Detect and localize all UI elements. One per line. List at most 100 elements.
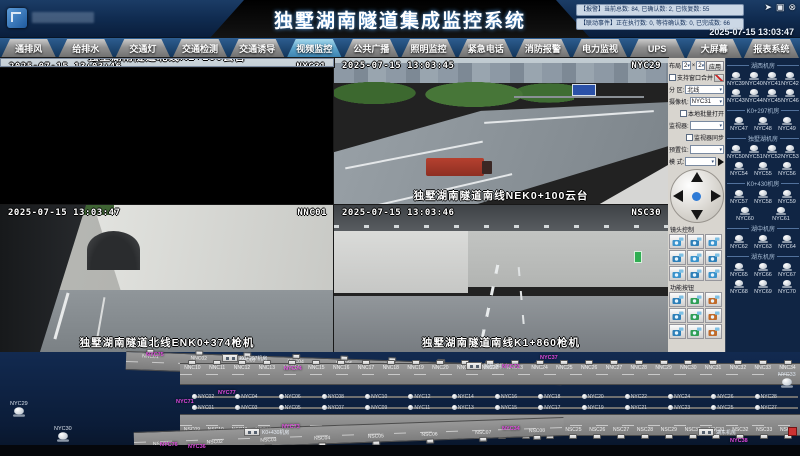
tree-camera-NYC63[interactable]: NYC63 xyxy=(752,235,775,250)
schematic-highlight-NYC77[interactable]: NYC77 xyxy=(218,390,236,396)
tree-camera-NYC67[interactable]: NYC67 xyxy=(776,263,799,278)
tree-camera-NYC66[interactable]: NYC66 xyxy=(752,263,775,278)
schematic-ptz-NYC15[interactable]: NYC15 xyxy=(495,403,538,412)
sequence-button[interactable] xyxy=(687,308,704,323)
tree-camera-NYC53[interactable]: NYC53 xyxy=(782,145,799,160)
schematic-camera-NSC27[interactable]: NSC27 xyxy=(609,415,633,435)
map-button[interactable] xyxy=(705,308,722,323)
schematic-ptz-NYC20[interactable]: NYC20 xyxy=(582,392,625,401)
zoom-auto-button[interactable] xyxy=(705,234,722,249)
close-video-icon[interactable] xyxy=(714,74,724,82)
schematic-ptz-NYC26[interactable]: NYC26 xyxy=(711,392,754,401)
zone-select[interactable]: 北线▾ xyxy=(685,85,724,94)
settings-button[interactable] xyxy=(705,324,722,339)
schematic-ptz-NYC24[interactable]: NYC24 xyxy=(668,392,711,401)
screen-icon[interactable]: ▣ xyxy=(776,2,785,13)
tree-camera-NYC49[interactable]: NYC49 xyxy=(776,117,799,132)
iris-close-button[interactable] xyxy=(687,266,704,281)
schematic-camera-NNC32[interactable]: NNC32 xyxy=(726,364,751,384)
schematic-ptz-NYC10[interactable]: NYC10 xyxy=(365,392,408,401)
schematic-highlight-NYC72[interactable]: NYC72 xyxy=(502,364,520,370)
schematic-camera-NNC24[interactable]: NNC24 xyxy=(527,364,552,384)
schematic-ptz-NYC28[interactable]: NYC28 xyxy=(755,392,798,401)
monitor-select[interactable]: ▾ xyxy=(690,121,724,130)
tree-camera-NYC45[interactable]: NYC45 xyxy=(764,89,781,104)
tree-camera-NYC65[interactable]: NYC65 xyxy=(728,263,751,278)
schematic-camera-NNC10[interactable]: NNC10 xyxy=(180,364,205,384)
ptz-right-arrow[interactable] xyxy=(711,190,721,202)
schematic-camera-NNC33[interactable]: NNC33 xyxy=(750,364,775,384)
close-icon[interactable]: ⊗ xyxy=(788,2,796,13)
schematic-highlight-NYC75[interactable]: NYC75 xyxy=(146,352,164,358)
schematic-camera-NSC28[interactable]: NSC28 xyxy=(633,415,657,435)
tree-camera-NYC50[interactable]: NYC50 xyxy=(728,145,745,160)
tree-camera-NYC43[interactable]: NYC43 xyxy=(728,89,745,104)
tree-camera-NYC59[interactable]: NYC59 xyxy=(776,190,799,205)
mode-select[interactable]: ▾ xyxy=(685,157,716,166)
focus-near-button[interactable] xyxy=(669,250,686,265)
schematic-highlight-NYC38[interactable]: NYC38 xyxy=(730,438,748,444)
schematic-highlight-NYC73[interactable]: NYC73 xyxy=(282,424,300,430)
schematic-camera-NNC31[interactable]: NNC31 xyxy=(701,364,726,384)
schematic-camera-NNC15[interactable]: NNC15 xyxy=(304,364,329,384)
schematic-ptz-NYC16[interactable]: NYC16 xyxy=(495,392,538,401)
tab-视频监控[interactable]: 视频监控 xyxy=(287,39,342,58)
schematic-ptz-NYC18[interactable]: NYC18 xyxy=(538,392,581,401)
tree-camera-NYC40[interactable]: NYC40 xyxy=(746,72,763,87)
schematic-camera-NYC29[interactable]: NYC29 xyxy=(10,401,28,416)
schematic-camera-NSC26[interactable]: NSC26 xyxy=(585,415,609,435)
schematic-camera-NNC28[interactable]: NNC28 xyxy=(626,364,651,384)
tree-camera-NYC57[interactable]: NYC57 xyxy=(728,190,751,205)
focus-far-button[interactable] xyxy=(687,250,704,265)
tab-大屏幕[interactable]: 大屏幕 xyxy=(687,39,742,58)
schematic-ptz-NYC09[interactable]: NYC09 xyxy=(365,403,408,412)
video-feed-2[interactable]: 2025-07-15 13:03:45 NYC29 独墅湖南隧道南线NEK0+1… xyxy=(334,58,668,205)
schematic-ptz-NYC27[interactable]: NYC27 xyxy=(755,403,798,412)
schematic-camera-NNC18[interactable]: NNC18 xyxy=(378,364,403,384)
schematic-camera-NYC33[interactable]: NYC33 xyxy=(778,372,796,387)
schematic-camera-NSC05[interactable]: NSC05 xyxy=(349,424,403,443)
tree-camera-NYC39[interactable]: NYC39 xyxy=(728,72,745,87)
ptz-left-arrow[interactable] xyxy=(673,190,683,202)
tab-UPS[interactable]: UPS xyxy=(630,39,685,58)
tree-camera-NYC61[interactable]: NYC61 xyxy=(770,207,793,222)
schematic-camera-NNC25[interactable]: NNC25 xyxy=(552,364,577,384)
iris-open-button[interactable] xyxy=(669,266,686,281)
schematic-highlight-NYC71[interactable]: NYC71 xyxy=(176,399,194,405)
schematic-ptz-NYC22[interactable]: NYC22 xyxy=(625,392,668,401)
tree-camera-NYC42[interactable]: NYC42 xyxy=(782,72,799,87)
video-feed-4[interactable]: 2025-07-15 13:03:46 NSC30 独墅湖南隧道南线K1+860… xyxy=(334,205,668,352)
schematic-highlight-NYC76[interactable]: NYC76 xyxy=(160,442,178,448)
schematic-camera-NSC06[interactable]: NSC06 xyxy=(402,422,456,441)
schematic-ptz-NYC13[interactable]: NYC13 xyxy=(452,403,495,412)
schematic-highlight-NYC74[interactable]: NYC74 xyxy=(284,366,302,372)
local-batch-checkbox[interactable] xyxy=(680,110,687,117)
tree-camera-NYC54[interactable]: NYC54 xyxy=(731,162,748,177)
schematic-camera-NNC17[interactable]: NNC17 xyxy=(354,364,379,384)
schematic-camera-NNC13[interactable]: NNC13 xyxy=(254,364,279,384)
schematic-ptz-NYC23[interactable]: NYC23 xyxy=(668,403,711,412)
tab-消防报警[interactable]: 消防报警 xyxy=(515,39,570,58)
tree-camera-NYC64[interactable]: NYC64 xyxy=(776,235,799,250)
schematic-camera-NNC27[interactable]: NNC27 xyxy=(602,364,627,384)
schematic-highlight-NYC37[interactable]: NYC37 xyxy=(540,355,558,361)
tab-报表系统[interactable]: 报表系统 xyxy=(744,39,799,58)
tab-交通检测[interactable]: 交通检测 xyxy=(172,39,227,58)
schematic-camera-NSC25[interactable]: NSC25 xyxy=(562,415,586,435)
schematic-camera-NSC29[interactable]: NSC29 xyxy=(657,415,681,435)
schematic-ptz-NYC17[interactable]: NYC17 xyxy=(538,403,581,412)
tree-camera-NYC55[interactable]: NYC55 xyxy=(755,162,772,177)
snapshot-button[interactable] xyxy=(669,292,686,307)
schematic-ptz-NYC01[interactable]: NYC01 xyxy=(192,403,235,412)
schematic-camera-NNC16[interactable]: NNC16 xyxy=(329,364,354,384)
tab-交通灯[interactable]: 交通灯 xyxy=(115,39,170,58)
tree-camera-NYC68[interactable]: NYC68 xyxy=(728,280,751,295)
layout-rows-select[interactable]: 2▾ xyxy=(682,61,691,70)
schematic-ptz-NYC19[interactable]: NYC19 xyxy=(582,403,625,412)
schematic-camera-NNC29[interactable]: NNC29 xyxy=(651,364,676,384)
schematic-camera-NNC30[interactable]: NNC30 xyxy=(676,364,701,384)
tree-camera-NYC70[interactable]: NYC70 xyxy=(776,280,799,295)
tree-camera-NYC47[interactable]: NYC47 xyxy=(728,117,751,132)
tree-camera-NYC46[interactable]: NYC46 xyxy=(782,89,799,104)
schematic-ptz-NYC14[interactable]: NYC14 xyxy=(452,392,495,401)
